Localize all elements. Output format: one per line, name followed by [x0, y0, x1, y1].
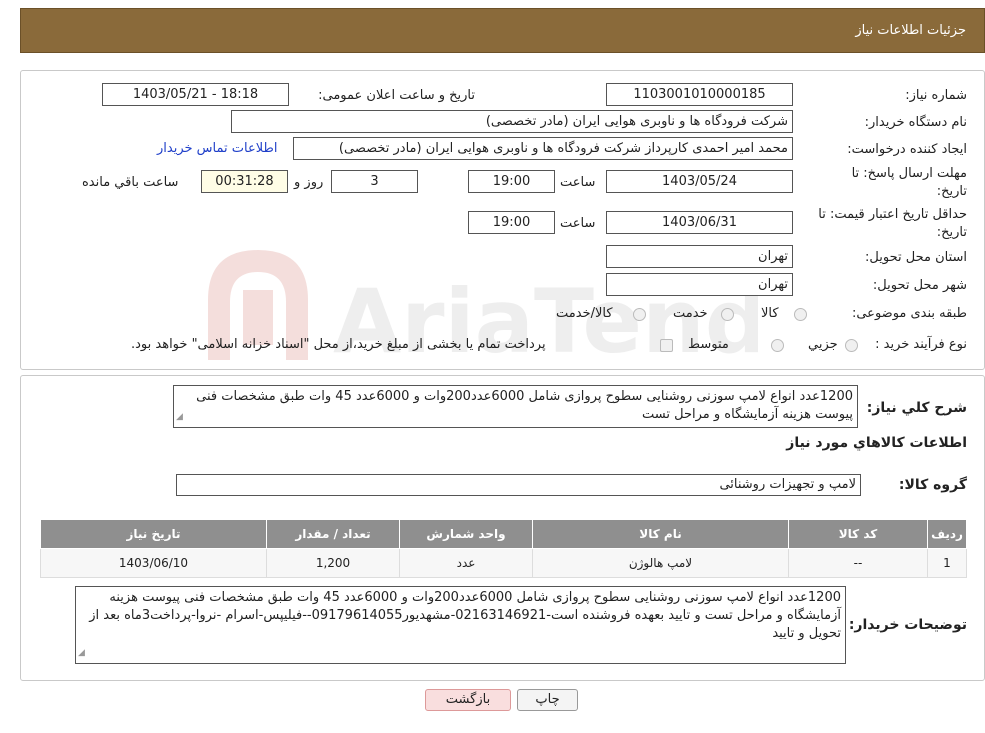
- buyer-field: شرکت فرودگاه ها و ناوبری هوایی ایران (ما…: [231, 110, 793, 133]
- back-button[interactable]: بازگشت: [425, 689, 511, 711]
- need-number-label: شماره نیاز:: [905, 88, 967, 103]
- category-option-goods-service: کالا/خدمت: [556, 306, 613, 321]
- city-label: شهر محل تحویل:: [872, 278, 967, 293]
- col-code: کد کالا: [788, 519, 928, 549]
- print-button[interactable]: چاپ: [517, 689, 578, 711]
- cell-date: 1403/06/10: [40, 548, 267, 578]
- deadline-time-field: 19:00: [468, 170, 555, 193]
- validity-label-1: حداقل تاریخ اعتبار قیمت: تا: [818, 207, 967, 222]
- category-radio-service[interactable]: [721, 308, 734, 321]
- validity-time-field: 19:00: [468, 211, 555, 234]
- announce-label: تاریخ و ساعت اعلان عمومی:: [318, 88, 475, 103]
- need-number-field: 1103001010000185: [606, 83, 793, 106]
- creator-label: ایجاد کننده درخواست:: [847, 142, 967, 157]
- goods-group-label: گروه کالا:: [898, 477, 967, 493]
- page-header: جزئیات اطلاعات نیاز: [20, 8, 985, 53]
- col-date: تاریخ نیاز: [40, 519, 267, 549]
- remaining-label: ساعت باقي مانده: [82, 175, 179, 190]
- payment-note: پرداخت تمام یا بخشی از مبلغ خرید،از محل …: [131, 337, 546, 352]
- deadline-date-field: 1403/05/24: [606, 170, 793, 193]
- process-radio-minor[interactable]: [845, 339, 858, 352]
- deadline-time-label: ساعت: [560, 175, 596, 190]
- goods-table-header: ردیف کد کالا نام کالا واحد شمارش تعداد /…: [40, 519, 967, 549]
- summary-label: شرح کلي نیاز:: [866, 400, 967, 416]
- category-radio-goods[interactable]: [794, 308, 807, 321]
- category-label: طبقه بندی موضوعی:: [851, 306, 967, 321]
- validity-time-label: ساعت: [560, 216, 596, 231]
- category-option-goods: کالا: [761, 306, 779, 321]
- category-option-service: خدمت: [673, 306, 708, 321]
- announce-field: 1403/05/21 - 18:18: [102, 83, 289, 106]
- creator-field: محمد امیر احمدی کارپرداز شرکت فرودگاه ها…: [293, 137, 793, 160]
- page-title: جزئیات اطلاعات نیاز: [855, 23, 966, 38]
- col-row: ردیف: [927, 519, 967, 549]
- validity-label-2: تاریخ:: [936, 225, 967, 240]
- process-option-minor: جزیي: [808, 337, 838, 352]
- cell-code: --: [788, 548, 928, 578]
- goods-table: ردیف کد کالا نام کالا واحد شمارش تعداد /…: [40, 519, 967, 578]
- city-field: تهران: [606, 273, 793, 296]
- buyer-notes-label: توضیحات خریدار:: [848, 617, 967, 633]
- cell-unit: عدد: [399, 548, 533, 578]
- contact-buyer-link[interactable]: اطلاعات تماس خریدار: [157, 141, 277, 156]
- cell-quantity: 1,200: [266, 548, 400, 578]
- goods-info-title: اطلاعات کالاهاي مورد نیاز: [786, 435, 967, 451]
- summary-text: 1200عدد انواع لامپ سوزنی روشنایی سطوح پر…: [196, 389, 853, 422]
- remaining-time-field: 00:31:28: [201, 170, 288, 193]
- process-label: نوع فرآیند خرید :: [875, 337, 967, 352]
- days-field: 3: [331, 170, 418, 193]
- resize-grip-icon[interactable]: ◢: [78, 644, 85, 662]
- payment-checkbox[interactable]: [660, 339, 673, 352]
- validity-date-field: 1403/06/31: [606, 211, 793, 234]
- deadline-label-2: تاریخ:: [936, 184, 967, 199]
- col-unit: واحد شمارش: [399, 519, 533, 549]
- table-row: 1 -- لامپ هالوژن عدد 1,200 1403/06/10: [40, 548, 967, 578]
- buyer-label: نام دستگاه خریدار:: [864, 115, 967, 130]
- col-name: نام کالا: [532, 519, 789, 549]
- cell-row: 1: [927, 548, 967, 578]
- summary-textarea: 1200عدد انواع لامپ سوزنی روشنایی سطوح پر…: [173, 385, 858, 428]
- col-quantity: تعداد / مقدار: [266, 519, 400, 549]
- cell-name: لامپ هالوژن: [532, 548, 789, 578]
- process-option-medium: متوسط: [688, 337, 729, 352]
- category-radio-goods-service[interactable]: [633, 308, 646, 321]
- goods-group-field: لامپ و تجهیزات روشنائی: [176, 474, 861, 496]
- process-radio-medium[interactable]: [771, 339, 784, 352]
- province-label: استان محل تحویل:: [865, 250, 967, 265]
- province-field: تهران: [606, 245, 793, 268]
- days-label: روز و: [294, 175, 324, 190]
- buyer-notes-text: 1200عدد انواع لامپ سوزنی روشنایی سطوح پر…: [89, 590, 841, 641]
- resize-grip-icon[interactable]: ◢: [176, 408, 183, 426]
- buyer-notes-textarea: 1200عدد انواع لامپ سوزنی روشنایی سطوح پر…: [75, 586, 846, 664]
- deadline-label-1: مهلت ارسال پاسخ: تا: [851, 166, 967, 181]
